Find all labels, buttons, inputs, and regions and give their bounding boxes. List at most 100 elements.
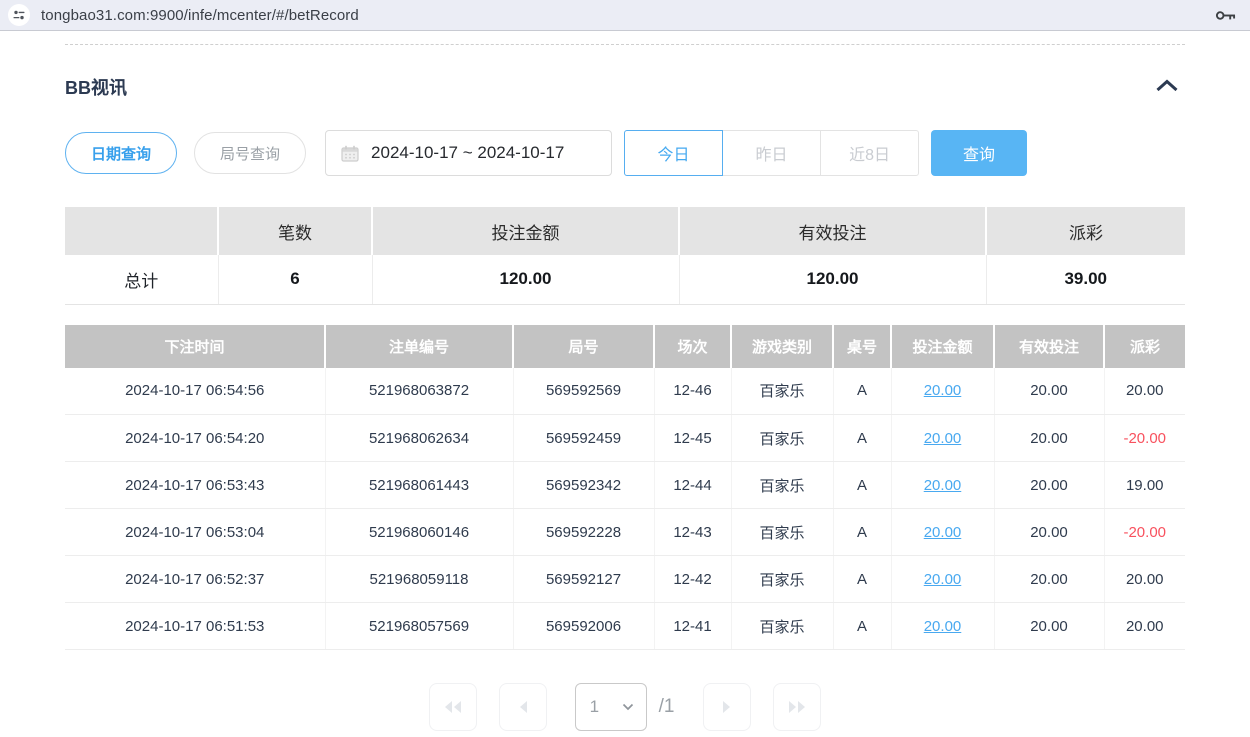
game-type-cell: 百家乐 [731, 462, 833, 509]
game-type-cell: 百家乐 [731, 603, 833, 650]
quick-yesterday-button[interactable]: 昨日 [722, 130, 821, 176]
bet-amount-link[interactable]: 20.00 [924, 524, 962, 541]
bet-record-page: BB视讯 日期查询 局号查询 2024-10-17 ~ 2024-10-17 [0, 44, 1250, 731]
summary-header-row: 笔数投注金额有效投注派彩 [65, 207, 1185, 255]
records-header-cell-0: 下注时间 [65, 325, 325, 368]
order-number-cell: 521968063872 [325, 368, 513, 415]
table-number-cell: A [833, 415, 891, 462]
session-cell: 12-42 [654, 556, 731, 603]
tune-icon-glyph [13, 9, 25, 21]
records-header-cell-2: 局号 [513, 325, 654, 368]
prev-page-button[interactable] [499, 683, 547, 731]
bet-amount-link[interactable]: 20.00 [924, 477, 962, 494]
summary-total-row: 总计6120.00120.0039.00 [65, 255, 1185, 304]
browser-url-bar[interactable]: tongbao31.com:9900/infe/mcenter/#/betRec… [0, 0, 1250, 31]
pagination: 1 /1 [65, 683, 1185, 731]
records-header-cell-5: 桌号 [833, 325, 891, 368]
collapse-panel-button[interactable] [1149, 77, 1185, 97]
record-row: 2024-10-17 06:52:37521968059118569592127… [65, 556, 1185, 603]
record-row: 2024-10-17 06:51:53521968057569569592006… [65, 603, 1185, 650]
record-row: 2024-10-17 06:53:43521968061443569592342… [65, 462, 1185, 509]
date-range-picker[interactable]: 2024-10-17 ~ 2024-10-17 [325, 130, 612, 176]
bet-amount-cell: 20.00 [891, 368, 994, 415]
total-pages-label: /1 [659, 696, 675, 718]
page-select[interactable]: 1 [575, 683, 647, 731]
summary-header-cell-1: 笔数 [218, 207, 372, 255]
record-row: 2024-10-17 06:54:20521968062634569592459… [65, 415, 1185, 462]
key-icon-glyph [1215, 8, 1236, 23]
url-text[interactable]: tongbao31.com:9900/infe/mcenter/#/betRec… [41, 7, 359, 24]
order-number-cell: 521968059118 [325, 556, 513, 603]
chevron-up-icon [1155, 79, 1179, 92]
game-type-cell: 百家乐 [731, 368, 833, 415]
records-tbody: 2024-10-17 06:54:56521968063872569592569… [65, 368, 1185, 650]
round-number-cell: 569592459 [513, 415, 654, 462]
bet-time-cell: 2024-10-17 06:53:43 [65, 462, 325, 509]
valid-bet-cell: 20.00 [994, 415, 1104, 462]
key-icon[interactable] [1215, 8, 1236, 23]
table-number-cell: A [833, 368, 891, 415]
bet-time-cell: 2024-10-17 06:52:37 [65, 556, 325, 603]
order-number-cell: 521968061443 [325, 462, 513, 509]
search-button[interactable]: 查询 [931, 130, 1027, 176]
bet-amount-cell: 20.00 [891, 603, 994, 650]
summary-header-cell-3: 有效投注 [679, 207, 986, 255]
next-page-button[interactable] [703, 683, 751, 731]
valid-bet-cell: 20.00 [994, 603, 1104, 650]
summary-total-label: 总计 [65, 255, 218, 304]
quick-last8days-button[interactable]: 近8日 [820, 130, 919, 176]
records-table: 下注时间注单编号局号场次游戏类别桌号投注金额有效投注派彩 2024-10-17 … [65, 325, 1185, 651]
records-header-cell-7: 有效投注 [994, 325, 1104, 368]
bet-amount-link[interactable]: 20.00 [924, 618, 962, 635]
quick-today-button[interactable]: 今日 [624, 130, 723, 176]
dashed-separator [65, 44, 1185, 45]
summary-total-value-3: 120.00 [679, 255, 986, 304]
table-number-cell: A [833, 603, 891, 650]
round-query-tab[interactable]: 局号查询 [194, 132, 306, 174]
valid-bet-cell: 20.00 [994, 368, 1104, 415]
order-number-cell: 521968057569 [325, 603, 513, 650]
table-number-cell: A [833, 556, 891, 603]
page-select-value: 1 [590, 697, 599, 717]
calendar-icon [341, 145, 359, 162]
bet-amount-link[interactable]: 20.00 [924, 382, 962, 399]
bet-amount-cell: 20.00 [891, 415, 994, 462]
summary-header-cell-4: 派彩 [986, 207, 1185, 255]
summary-total-value-4: 39.00 [986, 255, 1185, 304]
quick-range-group: 今日 昨日 近8日 [624, 130, 919, 176]
first-page-button[interactable] [429, 683, 477, 731]
bet-amount-link[interactable]: 20.00 [924, 571, 962, 588]
summary-header-cell-0 [65, 207, 218, 255]
date-query-tab[interactable]: 日期查询 [65, 132, 177, 174]
bet-amount-cell: 20.00 [891, 556, 994, 603]
page-select-wrap: 1 /1 [575, 683, 675, 731]
summary-table: 笔数投注金额有效投注派彩 总计6120.00120.0039.00 [65, 207, 1185, 305]
payout-cell: -20.00 [1104, 509, 1185, 556]
payout-cell: 20.00 [1104, 556, 1185, 603]
order-number-cell: 521968060146 [325, 509, 513, 556]
order-number-cell: 521968062634 [325, 415, 513, 462]
session-cell: 12-41 [654, 603, 731, 650]
site-settings-icon[interactable] [8, 4, 30, 26]
game-type-cell: 百家乐 [731, 556, 833, 603]
round-number-cell: 569592228 [513, 509, 654, 556]
payout-cell: 19.00 [1104, 462, 1185, 509]
prev-page-icon [517, 700, 529, 714]
records-header-cell-1: 注单编号 [325, 325, 513, 368]
records-header-cell-6: 投注金额 [891, 325, 994, 368]
bet-amount-link[interactable]: 20.00 [924, 430, 962, 447]
first-page-icon [443, 700, 463, 714]
bet-time-cell: 2024-10-17 06:54:20 [65, 415, 325, 462]
round-number-cell: 569592006 [513, 603, 654, 650]
filter-row: 日期查询 局号查询 2024-10-17 ~ 2024-10-17 今日 昨日 … [65, 130, 1185, 176]
valid-bet-cell: 20.00 [994, 509, 1104, 556]
round-number-cell: 569592569 [513, 368, 654, 415]
chevron-down-icon [622, 703, 634, 711]
date-range-value: 2024-10-17 ~ 2024-10-17 [371, 143, 564, 163]
last-page-button[interactable] [773, 683, 821, 731]
bet-amount-cell: 20.00 [891, 509, 994, 556]
records-header-cell-4: 游戏类别 [731, 325, 833, 368]
session-cell: 12-44 [654, 462, 731, 509]
records-header-cell-3: 场次 [654, 325, 731, 368]
payout-cell: -20.00 [1104, 415, 1185, 462]
